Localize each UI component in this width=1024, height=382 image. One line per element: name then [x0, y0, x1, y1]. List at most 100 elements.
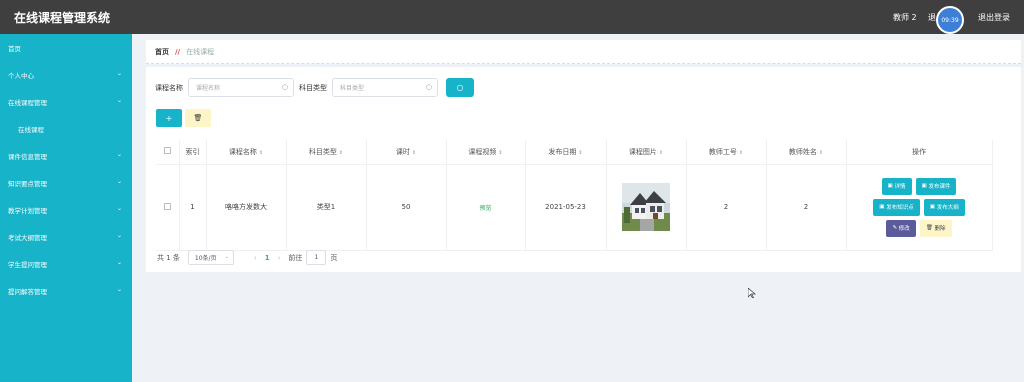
sort-icon: ⇕ [658, 149, 664, 156]
sidebar-item-label: 首页 [8, 44, 21, 53]
sort-icon: ⇕ [498, 149, 503, 156]
detail-icon: ▣ [887, 183, 895, 189]
publish-icon: ▣ [929, 204, 937, 210]
page-unit-label: 页 [330, 253, 338, 262]
add-button[interactable]: + [156, 109, 182, 127]
chevron-down-icon: ⌄ [116, 178, 122, 185]
sidebar-item-online-course[interactable]: 在线课程 [0, 115, 132, 142]
sidebar-item-label: 课件信息管理 [8, 152, 47, 161]
sidebar-item-label: 在线课程管理 [8, 98, 47, 107]
header-subject-type[interactable]: 科目类型 ⇕ [286, 140, 367, 165]
course-name-label: 课程名称 [155, 83, 183, 92]
publish-outline-button[interactable]: ▣ 发布大纲 [923, 198, 965, 216]
sidebar-item-label: 考试大纲管理 [8, 233, 47, 242]
header-video[interactable]: 课程视频 ⇕ [446, 140, 526, 165]
sidebar-item-label: 在线课程 [18, 125, 44, 134]
sidebar-item-teaching-plan[interactable]: 教学计划管理 ⌄ [0, 196, 132, 223]
sidebar-item-knowledge-points[interactable]: 知识要点管理 ⌄ [0, 169, 132, 196]
select-all-cell [156, 140, 180, 165]
table-row: 1 咯咯方发数大 类型1 50 预览 2021-05-23 2 2 ▣ 详情 ▣… [156, 164, 993, 251]
row-select-cell [156, 164, 180, 251]
sidebar-item-courseware[interactable]: 课件信息管理 ⌄ [0, 142, 132, 169]
trash-icon: 🗑 [193, 114, 203, 122]
publish-courseware-button[interactable]: ▣ 发布课件 [915, 177, 957, 195]
sidebar-item-label: 知识要点管理 [8, 179, 47, 188]
prev-page-button[interactable]: ‹ [254, 254, 257, 262]
row-checkbox[interactable] [163, 202, 171, 210]
plus-icon: + [165, 113, 173, 123]
chevron-down-icon: ⌄ [116, 97, 122, 104]
edit-button[interactable]: ✎ 修改 [886, 219, 916, 237]
cell-teacher-name: 2 [766, 164, 847, 251]
goto-page-input[interactable]: 1 [306, 250, 327, 265]
page-number-current[interactable]: 1 [265, 254, 270, 262]
sidebar-item-label: 提问解答管理 [8, 287, 47, 296]
publish-points-button[interactable]: ▣ 发布知识点 [873, 198, 920, 216]
sort-icon: ⇕ [338, 149, 344, 156]
cell-image [606, 164, 687, 251]
sidebar-item-course-management[interactable]: 在线课程管理 ⌄ [0, 88, 132, 115]
video-preview-link[interactable]: 预览 [479, 205, 491, 212]
chevron-down-icon: ⌄ [116, 151, 122, 158]
sort-icon: ⇕ [578, 149, 583, 156]
sidebar-item-label: 教学计划管理 [8, 206, 47, 215]
header-teacher-no[interactable]: 教师工号 ⇕ [686, 140, 767, 165]
header-course-name[interactable]: 课程名称 ⇕ [206, 140, 287, 165]
chevron-down-icon: ⌄ [224, 254, 229, 260]
header-hours[interactable]: 课时 ⇕ [366, 140, 447, 165]
pagination-total: 共 1 条 [157, 253, 180, 262]
breadcrumb-separator: // [175, 47, 181, 56]
course-name-input[interactable]: 课程名称 ○ [188, 78, 294, 97]
subject-type-label: 科目类型 [299, 83, 327, 92]
sidebar-item-answers[interactable]: 提问解答管理 ⌄ [0, 277, 132, 304]
cell-course-name: 咯咯方发数大 [206, 164, 287, 251]
table-header-row: 索引 课程名称 ⇕ 科目类型 ⇕ 课时 ⇕ 课程视频 ⇕ 发布日期 ⇕ 课程图片 ⇕ 教师工… [156, 140, 993, 165]
cell-actions: ▣ 详情 ▣ 发布课件 ▣ 发布知识点 ▣ 发布大纲 ✎ 修改 🗑 删除 [846, 164, 993, 251]
pagination: 共 1 条 10条/页 ⌄ ‹ 1 › 前往 1 页 [157, 250, 337, 265]
next-page-button[interactable]: › [278, 254, 281, 262]
header-image[interactable]: 课程图片 ⇕ [606, 140, 687, 165]
subject-type-input[interactable]: 科目类型 ○ [332, 78, 438, 97]
search-button[interactable]: ○ [446, 78, 474, 97]
chevron-down-icon: ⌄ [116, 232, 122, 239]
trash-icon: 🗑 [925, 225, 935, 231]
sidebar-item-home[interactable]: 首页 [0, 34, 132, 61]
batch-delete-button[interactable]: 🗑 [185, 109, 211, 127]
page-size-select[interactable]: 10条/页 ⌄ [187, 250, 234, 265]
breadcrumb-current: 在线课程 [186, 47, 215, 56]
breadcrumb-home[interactable]: 首页 [155, 47, 169, 57]
top-header: 在线课程管理系统 教师 2 退 09:39 退出登录 [0, 0, 1024, 34]
publish-icon: ▣ [879, 204, 887, 210]
sidebar-item-personal-center[interactable]: 个人中心 ⌄ [0, 61, 132, 88]
course-image[interactable] [622, 183, 670, 231]
sidebar-item-label: 个人中心 [8, 71, 34, 80]
detail-button[interactable]: ▣ 详情 [881, 177, 912, 195]
clock-widget: 09:39 [936, 6, 964, 34]
chevron-down-icon: ⌄ [116, 205, 122, 212]
publish-icon: ▣ [921, 183, 929, 189]
sort-icon: ⇕ [258, 149, 264, 156]
action-buttons: ▣ 详情 ▣ 发布课件 ▣ 发布知识点 ▣ 发布大纲 ✎ 修改 🗑 删除 [847, 177, 992, 237]
sidebar-item-student-questions[interactable]: 学生提问管理 ⌄ [0, 250, 132, 277]
course-table: 索引 课程名称 ⇕ 科目类型 ⇕ 课时 ⇕ 课程视频 ⇕ 发布日期 ⇕ 课程图片 ⇕ 教师工… [156, 140, 993, 251]
cell-subject-type: 类型1 [286, 164, 367, 251]
sort-icon: ⇕ [738, 149, 744, 156]
header-partial-text: 退 [928, 13, 936, 22]
search-icon: ○ [425, 83, 432, 91]
logout-button[interactable]: 退出登录 [978, 12, 1010, 23]
header-index: 索引 [179, 140, 207, 165]
cell-video: 预览 [446, 164, 526, 251]
chevron-down-icon: ⌄ [116, 70, 122, 77]
select-all-checkbox[interactable] [163, 147, 171, 155]
sidebar-item-exam-outline[interactable]: 考试大纲管理 ⌄ [0, 223, 132, 250]
cell-date: 2021-05-23 [525, 164, 607, 251]
chevron-down-icon: ⌄ [116, 259, 122, 266]
goto-label: 前往 [288, 253, 303, 262]
header-teacher-name[interactable]: 教师姓名 ⇕ [766, 140, 847, 165]
header-date[interactable]: 发布日期 ⇕ [525, 140, 607, 165]
app-title: 在线课程管理系统 [14, 11, 111, 25]
search-icon: ○ [281, 83, 288, 91]
cell-index: 1 [179, 164, 207, 251]
search-icon: ○ [456, 83, 464, 92]
delete-button[interactable]: 🗑 删除 [919, 219, 952, 237]
